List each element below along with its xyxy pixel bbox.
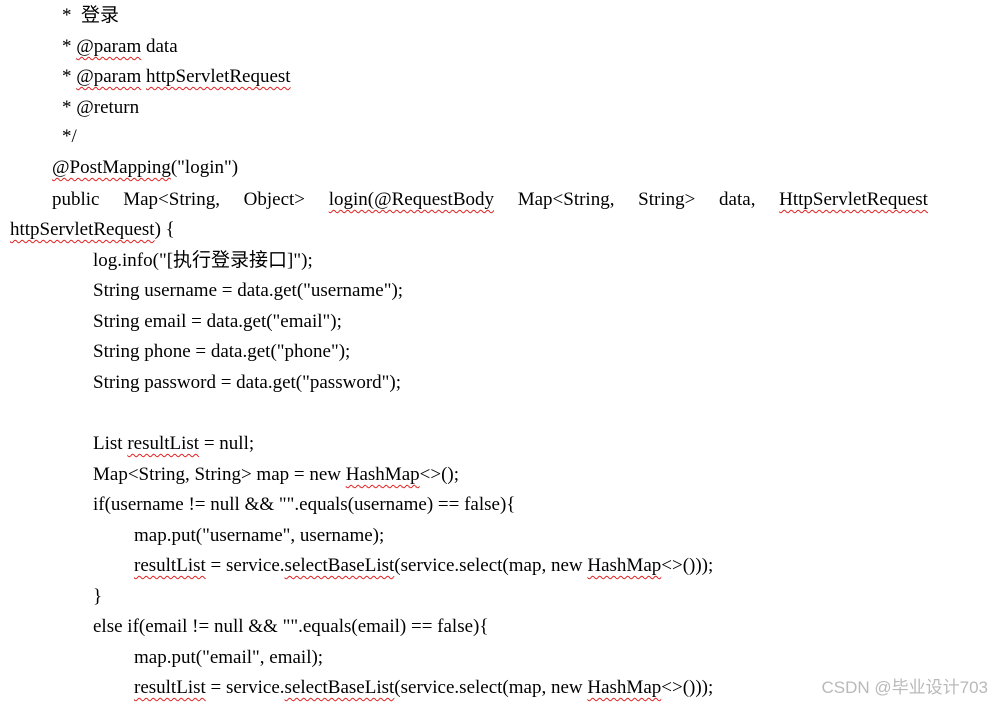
comment-description: 登录 xyxy=(81,5,120,26)
code-token: <>())); xyxy=(661,677,714,698)
comment-line-param-request: * @param httpServletRequest xyxy=(62,62,291,92)
code-line-put-email: map.put("email", email); xyxy=(134,647,324,668)
code-token: HashMap xyxy=(587,555,662,576)
signature-token: Object> xyxy=(243,189,306,210)
param-tag: @param xyxy=(76,36,142,57)
comment-star: * xyxy=(62,5,81,26)
csdn-watermark: CSDN @毕业设计703 xyxy=(821,678,988,697)
comment-line-return: * @return xyxy=(62,97,140,118)
brace-open: ) { xyxy=(154,219,175,240)
code-line-close-brace: } xyxy=(93,586,103,607)
code-line-username: String username = data.get("username"); xyxy=(93,280,404,301)
signature-token: login(@RequestBody xyxy=(328,189,495,210)
signature-token: public xyxy=(52,189,100,210)
param-name: data xyxy=(141,36,178,57)
code-token: (service.select(map, new xyxy=(394,555,588,576)
method-signature: public Map<String, Object> login(@Reques… xyxy=(52,185,928,215)
code-line-phone: String phone = data.get("phone"); xyxy=(93,341,351,362)
code-line-map: Map<String, String> map = new HashMap<>(… xyxy=(93,460,459,490)
code-token: resultList xyxy=(127,433,200,454)
comment-line-end: */ xyxy=(62,126,77,147)
method-signature-continued: httpServletRequest) { xyxy=(10,215,175,245)
code-token: selectBaseList xyxy=(284,677,395,698)
code-line-if-username: if(username != null && "".equals(usernam… xyxy=(93,494,516,515)
code-line-email: String email = data.get("email"); xyxy=(93,311,342,332)
code-token: List xyxy=(93,433,128,454)
code-token: HashMap xyxy=(587,677,662,698)
code-token: Map<String, String> map = new xyxy=(93,464,346,485)
code-line-else-if-email: else if(email != null && "".equals(email… xyxy=(93,616,489,637)
code-token: = null; xyxy=(199,433,255,454)
code-line-log: log.info("[执行登录接口]"); xyxy=(93,250,313,271)
code-token: <>())); xyxy=(661,555,714,576)
code-token: selectBaseList xyxy=(284,555,395,576)
signature-token: Map<String, xyxy=(123,189,220,210)
comment-star: * xyxy=(62,36,77,57)
code-line-result-list: List resultList = null; xyxy=(93,429,254,459)
code-token: HashMap xyxy=(345,464,420,485)
document-page: * 登录 * @param data * @param httpServletR… xyxy=(0,0,994,706)
parameter-name: httpServletRequest xyxy=(10,219,155,240)
annotation-argument: ("login") xyxy=(170,157,239,178)
code-token: <>(); xyxy=(419,464,460,485)
param-tag: @param xyxy=(76,66,142,87)
signature-token: Map<String, xyxy=(517,189,615,210)
code-token: = service. xyxy=(205,555,285,576)
param-name: httpServletRequest xyxy=(145,66,291,87)
code-line-select-2: resultList = service.selectBaseList(serv… xyxy=(134,673,713,703)
code-token: = service. xyxy=(205,677,285,698)
annotation-name: @PostMapping xyxy=(52,157,171,178)
comment-line-param-data: * @param data xyxy=(62,32,178,62)
code-token: resultList xyxy=(134,555,206,576)
code-line-select-1: resultList = service.selectBaseList(serv… xyxy=(134,551,713,581)
code-line-password: String password = data.get("password"); xyxy=(93,372,402,393)
comment-star: * xyxy=(62,66,77,87)
signature-token: data, xyxy=(719,189,756,210)
code-line-put-username: map.put("username", username); xyxy=(134,525,385,546)
annotation-line: @PostMapping("login") xyxy=(52,153,238,183)
comment-line-login: * 登录 xyxy=(62,1,119,31)
code-token: (service.select(map, new xyxy=(394,677,588,698)
signature-token: String> xyxy=(638,189,696,210)
signature-token: HttpServletRequest xyxy=(779,189,928,210)
code-token: resultList xyxy=(134,677,206,698)
